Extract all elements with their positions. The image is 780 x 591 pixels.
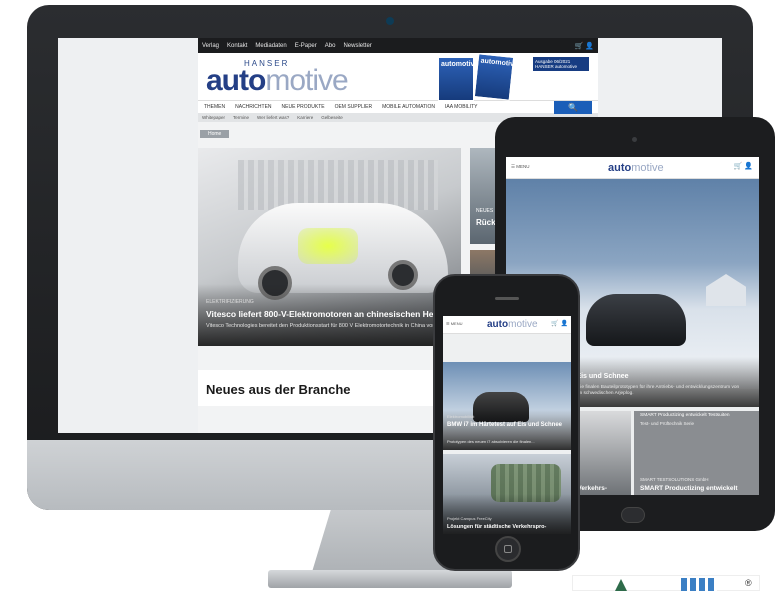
home-square-icon [504,545,512,553]
subnav-item-karriere[interactable]: Karriere [297,115,313,120]
phone-header: ☰ MENU automotive 🛒 👤 [443,316,571,334]
responsive-devices-mockup: Verlag Kontakt Mediadaten E-Paper Abo Ne… [0,0,780,591]
topbar-link-epaper[interactable]: E-Paper [295,43,317,49]
hero-category: ELEKTRIFIZIERUNG [206,299,254,305]
motor-glow [298,228,358,264]
subnav-item-gelbeseite[interactable]: Gelbeseite [321,115,343,120]
article-title: SMART Productizing entwickelt [640,485,738,492]
section-title: Neues aus der Branche [206,382,351,397]
speaker-grill [495,297,519,300]
triangle-logo-icon [615,579,627,591]
article-teaser: Prototypen des neuen i7 absolvieren die … [447,439,535,444]
logo-part-auto: auto [206,64,266,97]
cart-user-icon[interactable]: 🛒 👤 [734,162,753,170]
topbar-link-newsletter[interactable]: Newsletter [343,43,371,49]
site-logo[interactable]: automotive [206,64,349,97]
logo-part-motive: motive [508,319,538,330]
bars-logo-icon [681,578,717,591]
partner-logo: ® [572,575,760,591]
magazine-covers[interactable]: automotive automotive [438,53,528,101]
article-subheading: Test- und Prüftechnik Serie [640,421,695,426]
side-article-category: NEUES [476,208,494,214]
cover-title: automotive [480,57,519,69]
site-logo[interactable]: automotive [487,319,538,330]
magazine-cover: automotive [473,53,519,101]
cart-user-icon[interactable]: 🛒 👤 [551,320,568,327]
menu-button[interactable]: ☰ MENU [446,321,462,326]
imac-foot [268,570,512,588]
main-nav: THEMEN NACHRICHTEN NEUE PRODUKTE OEM SUP… [198,100,598,114]
snow-house [706,274,746,306]
subnav-item-wer-liefert-was[interactable]: Wer liefert was? [257,115,289,120]
article-company: SMART TESTSOLUTIONS GmbH [640,477,709,482]
phone-frame: ☰ MENU automotive 🛒 👤 Elektromobilität B… [433,274,580,571]
phone-second-article[interactable]: Projekt Campus FreeCity Lösungen für stä… [443,454,571,534]
home-button[interactable] [495,536,521,562]
home-button[interactable] [621,507,645,523]
magazine-cover: automotive [438,57,479,101]
logo-part-auto: auto [608,162,632,174]
nav-item-mobile-automation[interactable]: MOBILE AUTOMATION [382,104,435,110]
phone-hero-article[interactable]: Elektromobilität BMW i7 im Härtetest auf… [443,362,571,450]
tablet-header: ☰ MENU automotive 🛒 👤 [506,157,759,179]
nav-item-oem-supplier[interactable]: OEM SUPPLIER [335,104,373,110]
subnav-item-whitepaper[interactable]: Whitepaper [202,115,225,120]
masthead: HANSER automotive automotive automotive … [198,53,598,101]
article-category: Projekt Campus FreeCity [447,516,492,521]
nav-item-neue-produkte[interactable]: NEUE PRODUKTE [282,104,325,110]
menu-button[interactable]: ☰ MENU [511,164,530,170]
topbar-link-abo[interactable]: Abo [325,43,336,49]
topbar-link-verlag[interactable]: Verlag [202,43,219,49]
topbar-link-kontakt[interactable]: Kontakt [227,43,247,49]
phone-screen: ☰ MENU automotive 🛒 👤 Elektromobilität B… [443,316,571,534]
cover-title: automotive [441,61,479,68]
nav-item-iaa-mobility[interactable]: IAA MOBILITY [445,104,478,110]
hero-article[interactable]: ELEKTRIFIZIERUNG Vitesco liefert 800-V-E… [198,148,461,346]
registered-mark: ® [745,578,752,588]
top-utility-bar: Verlag Kontakt Mediadaten E-Paper Abo Ne… [198,38,598,53]
logo-part-motive: motive [631,162,664,174]
hero-teaser: Vitesco Technologies bereitet den Produk… [206,323,436,329]
car-illustration [586,294,686,346]
camera-icon [386,17,394,25]
article-category: Elektromobilität [447,414,475,419]
search-icon[interactable]: 🔍 [554,100,592,114]
hero-title[interactable]: Vitesco liefert 800-V-Elektromotoren an … [206,309,461,319]
breadcrumb[interactable]: Home [200,130,230,138]
topbar-link-mediadaten[interactable]: Mediadaten [255,43,286,49]
article-heading: SMART Productizing entwickelt Testsuiten [640,413,730,418]
site-logo[interactable]: automotive [608,162,664,174]
tablet-article-card[interactable]: SMART Productizing entwickelt Testsuiten… [634,411,759,495]
subnav-item-termine[interactable]: Termine [233,115,249,120]
logo-part-auto: auto [487,319,509,330]
issue-badge: Ausgabe 06/2021 HANSER automotive [533,57,589,71]
nav-item-themen[interactable]: THEMEN [204,104,225,110]
cart-user-icon[interactable]: 🛒 👤 [575,42,594,50]
nav-item-nachrichten[interactable]: NACHRICHTEN [235,104,271,110]
article-title: BMW i7 im Härtetest auf Eis und Schnee [447,422,563,428]
camera-icon [632,137,637,142]
article-title: Lösungen für städtische Verkehrspro- [447,524,547,530]
tablet-hero-teaser: rieren die finalen Bauteilprototypen für… [564,385,740,396]
logo-part-motive: motive [265,64,348,97]
